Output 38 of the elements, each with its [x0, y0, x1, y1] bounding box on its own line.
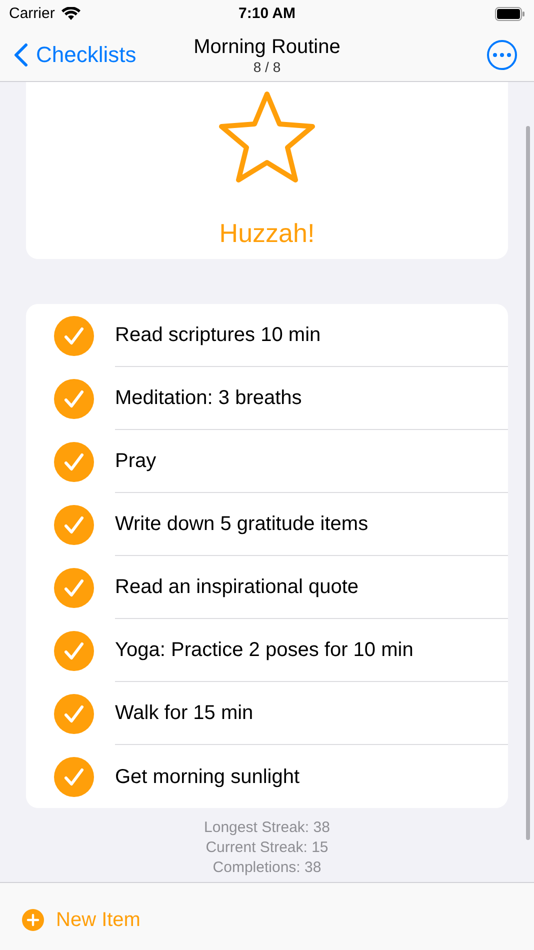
checklist-row[interactable]: Get morning sunlight: [26, 745, 508, 808]
checkmark-icon[interactable]: [54, 504, 94, 544]
checkmark-icon[interactable]: [54, 694, 94, 734]
checklist-row[interactable]: Pray: [26, 430, 508, 493]
checklist-row[interactable]: Write down 5 gratitude items: [26, 493, 508, 556]
more-button[interactable]: [487, 40, 517, 70]
checkmark-icon[interactable]: [54, 756, 94, 796]
item-label: Get morning sunlight: [115, 764, 300, 790]
checklist-row[interactable]: Yoga: Practice 2 poses for 10 min: [26, 619, 508, 682]
checklist-row[interactable]: Meditation: 3 breaths: [26, 367, 508, 430]
checkmark-icon[interactable]: [54, 316, 94, 356]
item-label: Meditation: 3 breaths: [115, 386, 302, 411]
nav-subtitle: 8 / 8: [253, 58, 281, 74]
wifi-icon: [60, 7, 81, 21]
stat-label: Longest Streak: 38: [204, 818, 330, 838]
item-label: Pray: [115, 449, 156, 474]
checklist-row[interactable]: Read scriptures 10 min: [26, 304, 508, 367]
item-label: Yoga: Practice 2 poses for 10 min: [115, 638, 414, 663]
item-label: Read an inspirational quote: [115, 575, 359, 600]
item-label: Write down 5 gratitude items: [115, 512, 368, 537]
checkmark-icon[interactable]: [54, 568, 94, 608]
nav-title: Morning Routine: [194, 34, 340, 58]
checkmark-icon[interactable]: [54, 378, 94, 418]
checklist-row[interactable]: Walk for 15 min: [26, 682, 508, 745]
checkmark-icon[interactable]: [54, 442, 94, 482]
checklist-row[interactable]: Read an inspirational quote: [26, 556, 508, 619]
stat-label: Current Streak: 15: [206, 838, 328, 858]
time-label: 7:10 AM: [238, 4, 296, 24]
chevron-left-icon: [14, 42, 28, 66]
plus-circle-icon: [22, 909, 44, 931]
carrier-label: Carrier: [9, 4, 55, 24]
banner-message: Huzzah!: [219, 217, 315, 250]
battery-icon: [495, 7, 525, 21]
item-label: Walk for 15 min: [115, 701, 254, 726]
back-button[interactable]: Checklists: [14, 38, 164, 71]
checkmark-icon[interactable]: [54, 630, 94, 670]
item-label: Read scriptures 10 min: [115, 323, 321, 348]
stat-label: Completions: 38: [212, 858, 322, 878]
